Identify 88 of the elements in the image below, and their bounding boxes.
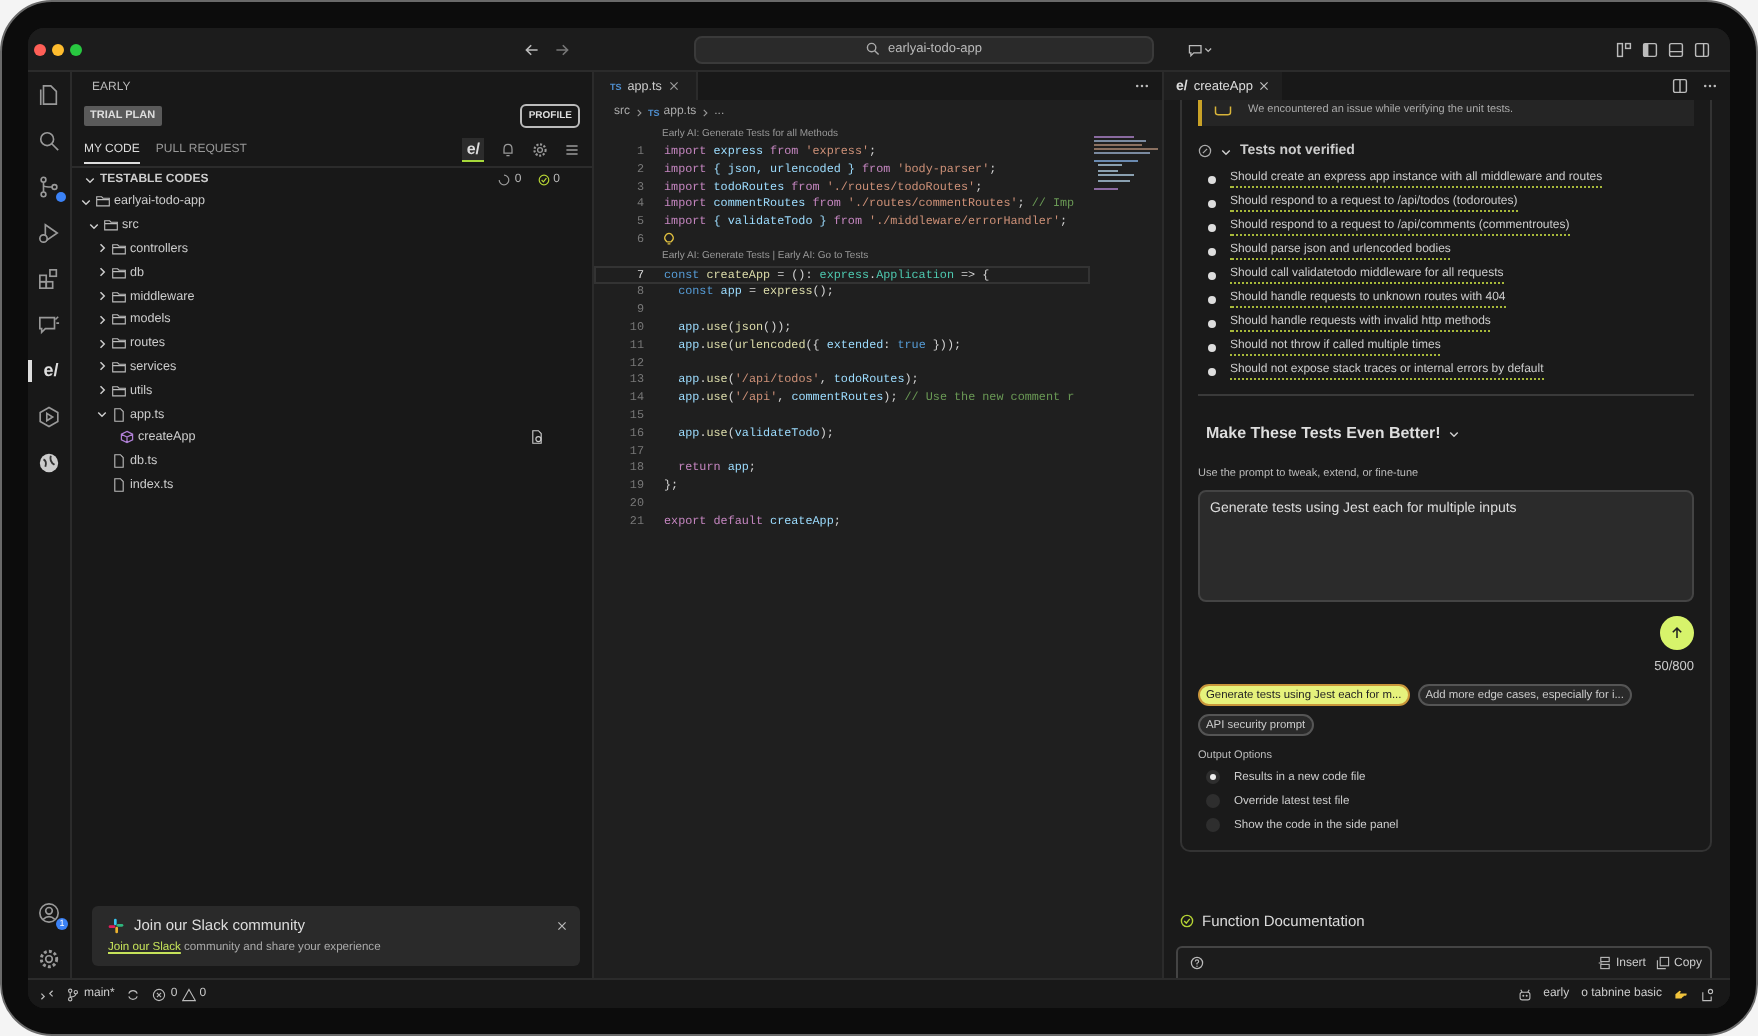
check-circle-icon [1180,914,1194,928]
sidebar-toggle-icon[interactable] [1642,41,1658,57]
copy-icon [1655,956,1670,970]
close-icon[interactable] [1258,80,1271,92]
warning-icon [181,987,196,1001]
folder-icon [96,194,110,209]
folder-icon [112,336,126,351]
folder-icon [112,289,126,304]
chevron-icon[interactable] [96,408,108,421]
split-editor-icon[interactable] [1672,78,1688,94]
folder-icon [112,383,126,398]
minimap-drawing [1090,132,1162,192]
close-icon[interactable] [667,80,680,92]
minimize-button[interactable] [52,43,64,55]
folder-icon [112,359,126,374]
bullet [1208,296,1216,304]
warning-icon [1214,105,1232,115]
maximize-button[interactable] [70,43,82,55]
slack-logo-icon [108,917,124,933]
insert-icon [1597,956,1612,970]
error-icon [152,987,167,1001]
chevron-icon [634,107,644,117]
radio-button[interactable] [1206,770,1220,784]
forward-arrow-icon[interactable] [554,41,570,57]
notification-dot [56,192,66,202]
section-title: Make These Tests Even Better! [1206,424,1441,442]
chevron-icon[interactable] [96,360,108,373]
bullet [1208,272,1216,280]
search-icon[interactable] [38,130,60,152]
back-arrow-icon[interactable] [524,41,540,57]
bullet [1208,344,1216,352]
bullet [1208,176,1216,184]
settings-icon[interactable] [38,948,60,970]
bullet [1208,320,1216,328]
send-button[interactable] [1660,616,1694,650]
chevron-icon[interactable] [96,337,108,350]
close-icon[interactable] [556,919,568,931]
sync-icon[interactable] [126,987,141,1001]
chevron-icon[interactable] [80,195,92,208]
bullet [1208,248,1216,256]
search-icon [866,42,880,56]
globe-icon[interactable] [38,452,60,474]
chat-icon[interactable] [38,314,60,336]
generate-tests-icon[interactable] [530,430,544,445]
hexagon-play-icon[interactable] [38,406,60,428]
folder-icon [112,241,126,256]
branch-icon [66,987,80,1001]
bell-icon[interactable] [500,142,516,158]
bullet [1208,368,1216,376]
layout-icon[interactable] [1616,41,1632,57]
robot-icon[interactable] [1517,987,1532,1001]
help-icon[interactable] [1190,956,1204,970]
chevron-icon[interactable] [96,313,108,326]
chevron-icon[interactable] [96,384,108,397]
chevron-icon[interactable] [96,266,108,279]
settings-icon[interactable] [532,142,548,158]
chevron-icon [700,107,711,117]
notifications-icon[interactable] [1700,987,1714,1001]
file-icon [112,407,126,422]
early-ai-view-tab[interactable]: e/ [462,138,484,162]
account-icon[interactable] [38,902,60,924]
files-icon[interactable] [38,84,60,106]
chat-dropdown-icon[interactable] [1188,41,1214,57]
cube-icon [120,430,134,445]
arrow-up-icon [1670,626,1684,640]
chevron-icon[interactable] [96,290,108,303]
chevron-icon[interactable] [96,242,108,255]
source-control-icon[interactable] [38,176,60,198]
chevron-icon[interactable] [84,174,96,186]
bullet [1208,200,1216,208]
folder-icon [104,218,118,233]
extensions-icon[interactable] [38,268,60,290]
remote-icon[interactable] [40,987,54,1001]
close-button[interactable] [34,43,46,55]
chevron-icon[interactable] [88,219,100,232]
pending-icon [498,174,511,186]
pointing-hand-icon [1674,987,1688,1001]
chevron-icon[interactable] [1448,427,1461,439]
check-circle-icon [537,174,550,186]
menu-icon[interactable] [564,142,580,158]
secondary-sidebar-icon[interactable] [1694,41,1710,57]
panel-toggle-icon[interactable] [1668,41,1684,57]
lightbulb-icon[interactable] [662,231,676,246]
folder-icon [112,265,126,280]
run-debug-icon[interactable] [38,222,60,244]
folder-icon [112,312,126,327]
bullet [1208,224,1216,232]
chevron-icon[interactable] [1220,145,1232,157]
